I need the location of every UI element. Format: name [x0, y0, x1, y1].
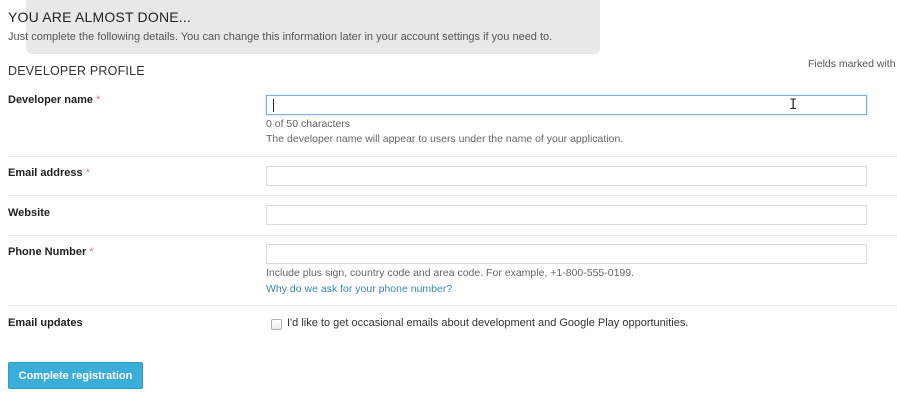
email-label-text: Email address [8, 167, 83, 179]
text-caret [273, 99, 274, 112]
email-updates-checkbox-label[interactable]: I'd like to get occasional emails about … [287, 317, 688, 329]
registration-page: YOU ARE ALMOST DONE... Just complete the… [0, 0, 897, 404]
developer-name-label-text: Developer name [8, 94, 93, 106]
ibeam-cursor-icon: I [789, 97, 798, 113]
email-row: Email address * [8, 157, 897, 196]
website-row: Website [8, 196, 897, 236]
required-fields-note: Fields marked with [808, 58, 896, 70]
email-updates-row: Email updates I'd like to get occasional… [8, 306, 897, 340]
section-title: DEVELOPER PROFILE [8, 64, 145, 78]
phone-row: Phone Number * Include plus sign, country… [8, 236, 897, 306]
phone-field[interactable] [266, 244, 867, 264]
developer-name-input[interactable]: I [266, 95, 867, 115]
page-title: YOU ARE ALMOST DONE... [8, 9, 192, 25]
phone-label-text: Phone Number [8, 246, 87, 258]
required-asterisk: * [89, 246, 94, 258]
developer-name-char-count: 0 of 50 characters [266, 118, 351, 130]
complete-registration-button[interactable]: Complete registration [8, 362, 143, 389]
required-asterisk: * [85, 167, 90, 179]
email-field[interactable] [266, 166, 867, 186]
developer-name-help: The developer name will appear to users … [266, 133, 624, 145]
developer-name-row: Developer name * I 0 of 50 characters The… [8, 86, 897, 157]
website-field[interactable] [266, 205, 867, 225]
email-updates-checkbox[interactable] [271, 319, 282, 330]
website-label: Website [8, 207, 50, 219]
email-label: Email address * [8, 167, 90, 179]
phone-label: Phone Number * [8, 246, 94, 258]
phone-why-link[interactable]: Why do we ask for your phone number? [266, 283, 452, 295]
phone-help: Include plus sign, country code and area… [266, 267, 635, 279]
page-subtitle: Just complete the following details. You… [8, 31, 553, 43]
developer-name-label: Developer name * [8, 94, 100, 106]
required-asterisk: * [95, 94, 101, 106]
email-updates-label: Email updates [8, 317, 83, 329]
